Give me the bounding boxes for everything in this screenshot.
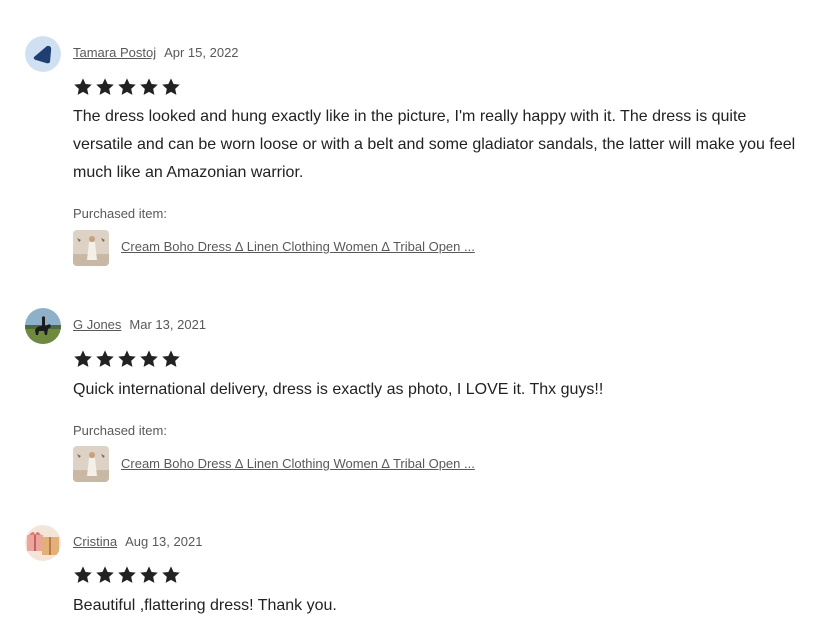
star-icon bbox=[118, 350, 136, 367]
review-date: Mar 13, 2021 bbox=[129, 317, 207, 332]
star-icon bbox=[74, 566, 92, 583]
star-icon bbox=[96, 78, 114, 95]
review-meta: Cristina Aug 13, 2021 bbox=[73, 534, 202, 549]
purchased-item-label: Purchased item: bbox=[73, 423, 167, 438]
star-icon bbox=[96, 350, 114, 367]
star-icon bbox=[74, 78, 92, 95]
star-icon bbox=[118, 78, 136, 95]
reviewer-avatar[interactable] bbox=[25, 308, 61, 344]
star-icon bbox=[140, 78, 158, 95]
gift-boxes-photo-icon bbox=[25, 525, 61, 561]
dress-thumbnail-icon bbox=[73, 446, 109, 482]
review-date: Apr 15, 2022 bbox=[164, 45, 239, 60]
purchased-item-link[interactable]: Cream Boho Dress ∆ Linen Clothing Women … bbox=[121, 239, 475, 254]
star-rating bbox=[73, 565, 181, 587]
reviewer-avatar[interactable] bbox=[25, 36, 61, 72]
reviewer-name-link[interactable]: G Jones bbox=[73, 317, 121, 332]
star-icon bbox=[162, 78, 180, 95]
star-rating bbox=[73, 349, 181, 371]
star-rating bbox=[73, 77, 181, 99]
review-text: Quick international delivery, dress is e… bbox=[73, 381, 604, 398]
shield-logo-icon bbox=[25, 36, 61, 72]
star-icon bbox=[96, 566, 114, 583]
reviewer-name-link[interactable]: Cristina bbox=[73, 534, 117, 549]
star-icon bbox=[140, 566, 158, 583]
review-meta: G Jones Mar 13, 2021 bbox=[73, 317, 206, 332]
star-icon bbox=[162, 566, 180, 583]
dress-thumbnail-icon bbox=[73, 230, 109, 266]
item-thumbnail[interactable] bbox=[73, 230, 109, 266]
purchased-item-label: Purchased item: bbox=[73, 206, 167, 221]
review-text: The dress looked and hung exactly like i… bbox=[73, 108, 796, 181]
star-icon bbox=[118, 566, 136, 583]
star-icon bbox=[162, 350, 180, 367]
star-icon bbox=[74, 350, 92, 367]
review-text: Beautiful ,flattering dress! Thank you. bbox=[73, 597, 337, 614]
star-icon bbox=[140, 350, 158, 367]
item-thumbnail[interactable] bbox=[73, 446, 109, 482]
purchased-item-link[interactable]: Cream Boho Dress ∆ Linen Clothing Women … bbox=[121, 456, 475, 471]
horse-rider-photo-icon bbox=[25, 308, 61, 344]
reviewer-name-link[interactable]: Tamara Postoj bbox=[73, 45, 156, 60]
review-date: Aug 13, 2021 bbox=[125, 534, 203, 549]
review-meta: Tamara Postoj Apr 15, 2022 bbox=[73, 45, 239, 60]
reviewer-avatar[interactable] bbox=[25, 525, 61, 561]
